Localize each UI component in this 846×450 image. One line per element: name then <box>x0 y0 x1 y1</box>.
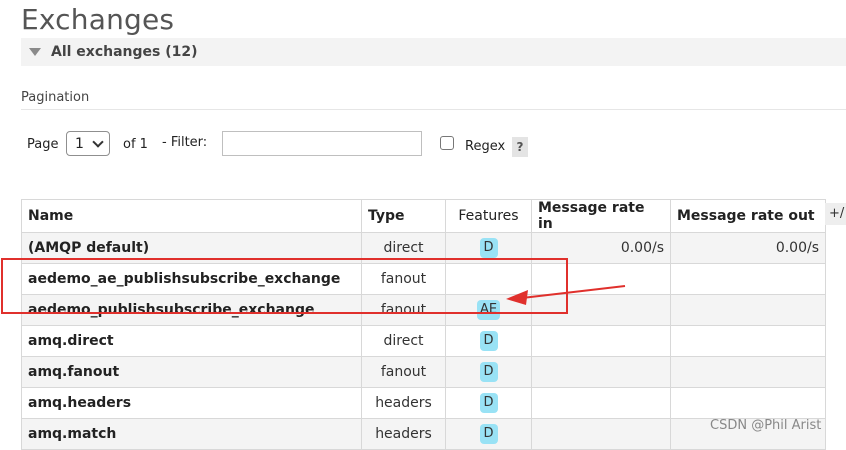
table-row: amq.fanout fanout D <box>21 356 826 388</box>
triangle-down-icon <box>29 48 41 56</box>
regex-label: Regex <box>465 139 506 154</box>
filter-label: - Filter: <box>162 135 208 150</box>
feature-badge: D <box>479 238 498 258</box>
features-cell: D <box>445 232 532 264</box>
page-count-label: of 1 <box>123 137 148 152</box>
rate-in: 0.00/s <box>531 232 671 264</box>
table-row: aedemo_ae_publishsubscribe_exchange fano… <box>21 263 826 295</box>
feature-badge: D <box>479 362 498 382</box>
exchange-type: fanout <box>361 263 446 295</box>
rate-out: 0.00/s <box>670 232 826 264</box>
column-header-type[interactable]: Type <box>361 199 446 233</box>
feature-badge: D <box>479 331 498 351</box>
rate-out <box>670 325 826 357</box>
exchange-type: headers <box>361 418 446 450</box>
table-row: amq.direct direct D <box>21 325 826 357</box>
page-select-value: 1 <box>75 136 84 152</box>
feature-badge-ae: AE <box>476 300 501 320</box>
rate-in <box>531 325 671 357</box>
all-exchanges-section-toggle[interactable]: All exchanges (12) <box>21 38 846 66</box>
exchange-type: direct <box>361 325 446 357</box>
rate-in <box>531 418 671 450</box>
exchange-name-link[interactable]: (AMQP default) <box>21 232 362 264</box>
table-row: amq.headers headers D <box>21 387 826 419</box>
watermark-text: CSDN @Phil Arist <box>710 418 822 433</box>
exchange-type: headers <box>361 387 446 419</box>
pagination-title: Pagination <box>21 90 90 105</box>
column-header-rate-in[interactable]: Message rate in <box>531 199 671 233</box>
page-label: Page <box>27 137 59 152</box>
filter-input[interactable] <box>222 131 422 156</box>
exchange-name-link[interactable]: amq.headers <box>21 387 362 419</box>
exchange-name-link[interactable]: aedemo_ae_publishsubscribe_exchange <box>21 263 362 295</box>
rate-out <box>670 356 826 388</box>
exchange-name-link[interactable]: amq.direct <box>21 325 362 357</box>
exchanges-table: Name Type Features Message rate in Messa… <box>21 199 826 450</box>
column-header-name[interactable]: Name <box>21 199 362 233</box>
table-row: aedemo_publishsubscribe_exchange fanout … <box>21 294 826 326</box>
exchange-name-link[interactable]: amq.fanout <box>21 356 362 388</box>
column-header-rate-out[interactable]: Message rate out <box>670 199 826 233</box>
feature-badge: D <box>479 393 498 413</box>
rate-in <box>531 356 671 388</box>
rate-out <box>670 387 826 419</box>
column-header-features: Features <box>445 199 532 233</box>
table-row: (AMQP default) direct D 0.00/s 0.00/s <box>21 232 826 264</box>
section-label: All exchanges (12) <box>51 44 198 60</box>
rate-out <box>670 294 826 326</box>
exchange-type: direct <box>361 232 446 264</box>
features-cell: D <box>445 418 532 450</box>
feature-badge: D <box>479 424 498 444</box>
table-row: amq.match headers D <box>21 418 826 450</box>
exchange-name-link[interactable]: amq.match <box>21 418 362 450</box>
page-title: Exchanges <box>21 3 175 36</box>
features-cell: D <box>445 387 532 419</box>
add-columns-button[interactable]: +/ <box>825 203 846 225</box>
rate-in <box>531 387 671 419</box>
rate-in <box>531 263 671 295</box>
features-cell <box>445 263 532 295</box>
exchange-name-link[interactable]: aedemo_publishsubscribe_exchange <box>21 294 362 326</box>
features-cell: D <box>445 356 532 388</box>
features-cell: AE <box>445 294 532 326</box>
regex-help-button[interactable]: ? <box>512 137 528 157</box>
exchange-type: fanout <box>361 294 446 326</box>
rate-out <box>670 263 826 295</box>
features-cell: D <box>445 325 532 357</box>
rate-in <box>531 294 671 326</box>
exchange-type: fanout <box>361 356 446 388</box>
chevron-down-icon <box>92 136 104 148</box>
divider <box>21 109 846 110</box>
page-select[interactable]: 1 <box>66 131 110 156</box>
regex-checkbox[interactable] <box>440 136 454 150</box>
